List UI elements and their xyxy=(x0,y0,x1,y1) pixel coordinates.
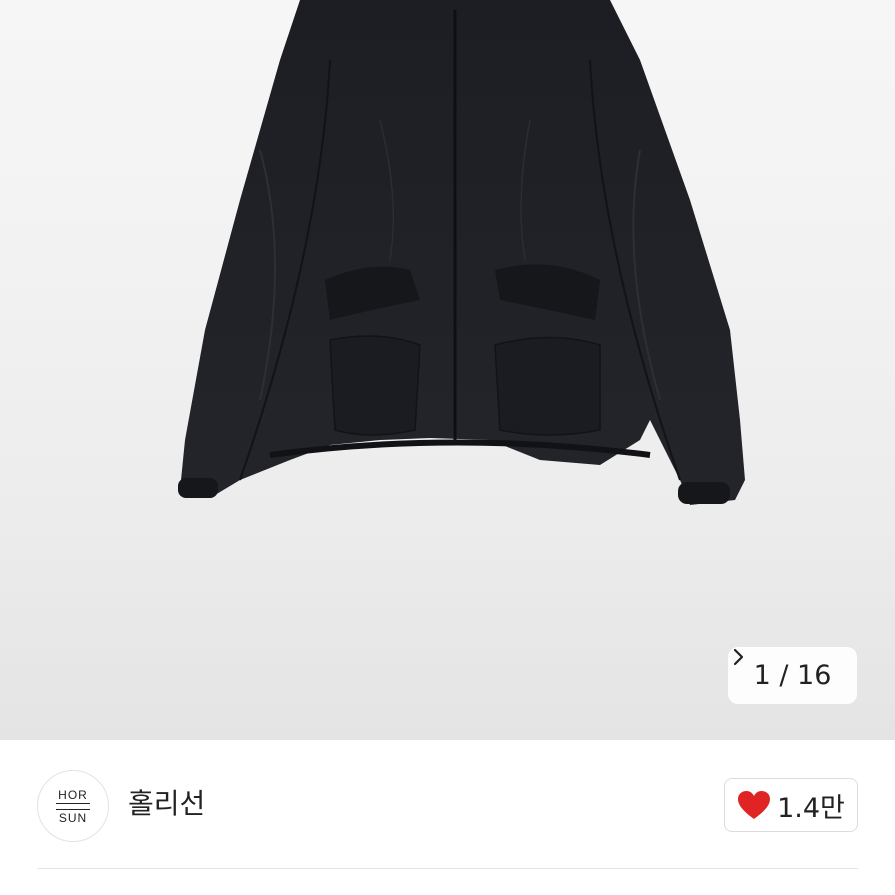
shop-name[interactable]: 홀리선 xyxy=(128,784,205,824)
like-button[interactable]: 1.4만 xyxy=(724,778,858,832)
shop-logo-bars xyxy=(56,802,90,810)
divider xyxy=(37,868,858,869)
like-count: 1.4만 xyxy=(777,792,845,824)
product-detail-page: 1 / 16 HOR SUN 홀리선 1.4만 xyxy=(0,0,895,895)
jacket-photo xyxy=(178,0,745,505)
shop-logo[interactable]: HOR SUN xyxy=(37,770,109,842)
product-image-carousel[interactable]: 1 / 16 xyxy=(0,0,895,740)
image-counter[interactable]: 1 / 16 xyxy=(728,647,857,704)
chevron-right-icon xyxy=(733,648,744,666)
heart-icon xyxy=(738,791,771,819)
shop-info-row: HOR SUN 홀리선 1.4만 xyxy=(0,740,895,875)
shop-logo-top-text: HOR xyxy=(58,787,88,802)
image-counter-text: 1 / 16 xyxy=(753,660,832,691)
shop-logo-bottom-text: SUN xyxy=(58,810,88,825)
